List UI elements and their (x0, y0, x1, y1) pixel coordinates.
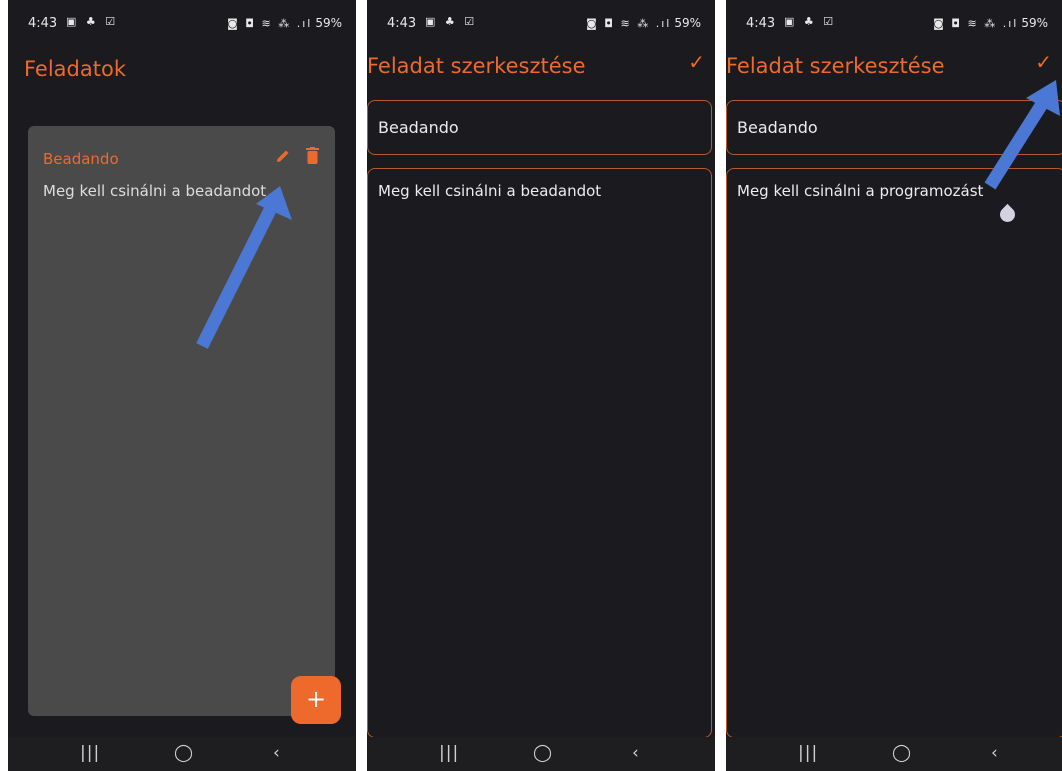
task-title-input[interactable]: Beadando (367, 100, 712, 155)
status-time: 4:43 (387, 16, 417, 31)
task-description-value: Meg kell csinálni a beadandot (378, 182, 602, 200)
page-title: Feladat szerkesztése (367, 54, 586, 78)
home-button[interactable]: ◯ (533, 743, 552, 763)
recent-apps-button[interactable]: ||| (439, 743, 459, 763)
edit-task-screen: 4:43 ▣ ♣ ☑ ◙ ◘ ≋ ⁂ .ıl 59% Feladat szerke… (367, 0, 715, 771)
battery-level: 59% (674, 16, 701, 30)
annotation-arrow (196, 186, 292, 349)
back-button[interactable]: ‹ (632, 743, 639, 763)
status-bar: 4:43 ▣ ♣ ☑ ◙ ◘ ≋ ⁂ .ıl 59% (367, 0, 715, 48)
status-right: ◙ ◘ ≋ ⁂ .ıl 59% (586, 16, 701, 30)
check-icon[interactable]: ✓ (688, 50, 705, 74)
edit-task-screen-modified: 4:43 ▣ ♣ ☑ ◙ ◘ ≋ ⁂ .ıl 59% Feladat szerke… (726, 0, 1062, 771)
notification-icons: ▣ ♣ ☑ (425, 15, 478, 28)
task-description-input[interactable]: Meg kell csinálni a beadandot (367, 168, 712, 738)
task-title-value: Beadando (378, 118, 459, 137)
signal-icons: ◙ ◘ ≋ ⁂ .ıl (586, 17, 672, 30)
navigation-bar: ||| ◯ ‹ (367, 737, 715, 771)
annotation-arrow (984, 80, 1060, 190)
task-list-screen: 4:43 ▣ ♣ ☑ ◙ ◘ ≋ ⁂ .ıl 59% Feladatok Bead… (8, 0, 356, 771)
